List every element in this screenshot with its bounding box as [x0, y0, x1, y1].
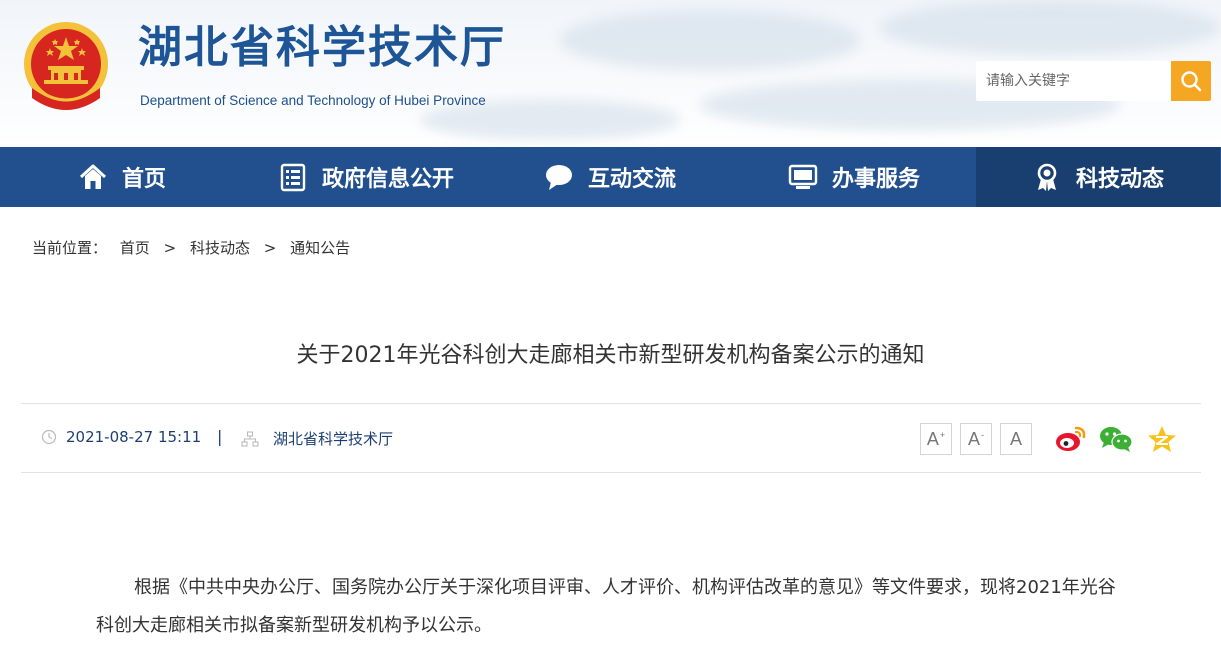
nav-item-interaction[interactable]: 互动交流 [488, 147, 732, 207]
font-size-default-button[interactable]: A [1000, 423, 1032, 455]
cloud-decoration [560, 10, 860, 70]
nav-item-label: 科技动态 [1075, 167, 1164, 192]
font-size-increase-button[interactable]: A + [920, 423, 952, 455]
document-icon [280, 163, 306, 192]
search-icon [1181, 71, 1202, 92]
national-emblem-icon [24, 22, 108, 110]
article-date: 2021-08-27 15:11 [41, 428, 201, 446]
search-button[interactable] [1171, 61, 1211, 101]
cloud-decoration [880, 0, 1220, 55]
font-size-label: A [926, 428, 939, 449]
breadcrumb-prefix: 当前位置： [32, 239, 108, 257]
breadcrumb: 当前位置： 首页 > 科技动态 > 通知公告 [32, 237, 350, 258]
share-wechat-button[interactable] [1099, 424, 1133, 454]
org-chart-icon [241, 430, 259, 447]
font-size-label: A [1009, 428, 1022, 449]
article-meta-bar: 2021-08-27 15:11 | 湖北省科学技术厅 A + A- A [21, 403, 1201, 473]
nav-item-label: 政府信息公开 [321, 167, 454, 192]
share-qzone-button[interactable] [1145, 424, 1179, 454]
weibo-icon [1056, 426, 1086, 451]
site-header: 湖北省科学技术厅 Department of Science and Techn… [0, 0, 1221, 147]
nav-item-tech-news[interactable]: 科技动态 [976, 147, 1220, 207]
nav-item-services[interactable]: 办事服务 [732, 147, 976, 207]
font-size-decrease-button[interactable]: A- [960, 423, 992, 455]
meta-separator: | [217, 427, 223, 446]
monitor-icon [788, 164, 818, 189]
award-icon [1037, 163, 1057, 191]
main-nav: 首页 政府信息公开 互动交流 办事服务 科技动态 [0, 147, 1221, 207]
nav-item-label: 互动交流 [587, 167, 676, 192]
breadcrumb-link-home[interactable]: 首页 [120, 239, 150, 257]
home-icon [79, 164, 106, 189]
breadcrumb-separator: > [263, 239, 277, 257]
breadcrumb-separator: > [163, 239, 177, 257]
wechat-icon [1100, 427, 1133, 452]
article-body-paragraph: 根据《中共中央办公厅、国务院办公厅关于深化项目评审、人才评价、机构评估改革的意见… [96, 577, 1116, 636]
article-date-text: 2021-08-27 15:11 [66, 428, 202, 446]
search-box [976, 61, 1211, 101]
search-input[interactable] [976, 61, 1171, 101]
font-size-label: A [967, 428, 980, 449]
nav-item-gov-info[interactable]: 政府信息公开 [244, 147, 488, 207]
chat-bubble-icon [545, 165, 572, 190]
nav-item-label: 办事服务 [831, 167, 920, 192]
nav-item-label: 首页 [121, 167, 166, 192]
breadcrumb-link-tech-news[interactable]: 科技动态 [190, 239, 250, 257]
site-subtitle: Department of Science and Technology of … [140, 93, 486, 108]
breadcrumb-link-notices[interactable]: 通知公告 [290, 239, 350, 257]
nav-item-home[interactable]: 首页 [0, 147, 244, 207]
font-size-mark: - [981, 430, 984, 440]
article-title: 关于2021年光谷科创大走廊相关市新型研发机构备案公示的通知 [296, 343, 925, 368]
font-size-mark: + [939, 430, 946, 440]
article-source: 湖北省科学技术厅 [241, 428, 393, 449]
share-weibo-button[interactable] [1054, 424, 1088, 454]
site-title: 湖北省科学技术厅 [138, 22, 506, 73]
clock-icon [41, 429, 57, 445]
qzone-icon [1148, 426, 1176, 452]
article-source-text: 湖北省科学技术厅 [273, 430, 394, 448]
